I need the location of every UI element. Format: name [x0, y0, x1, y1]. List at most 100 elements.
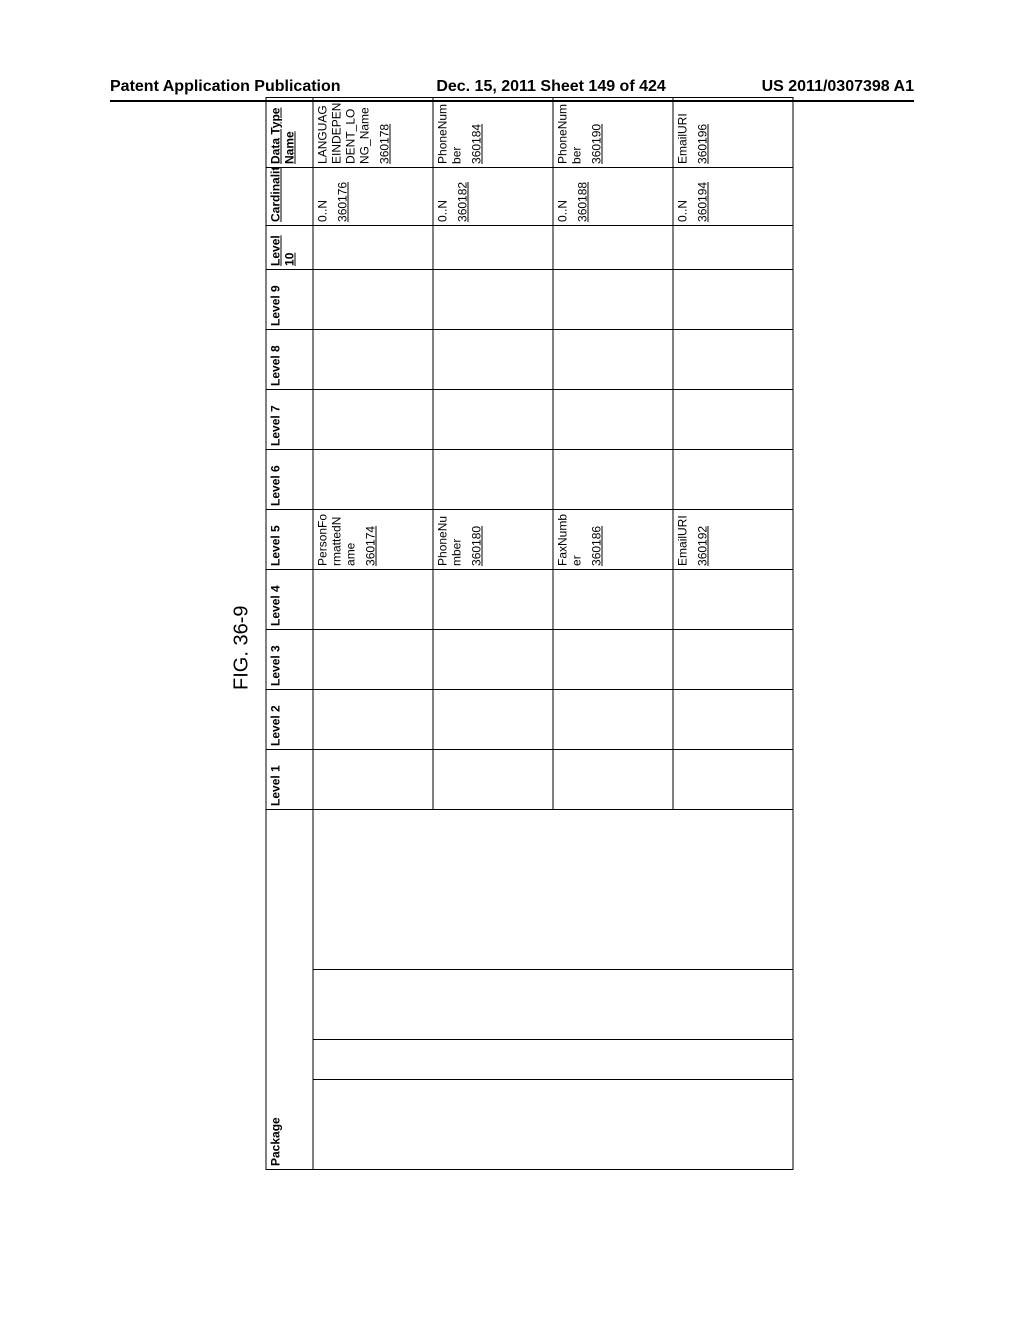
cell-level1: [313, 749, 433, 809]
data-table: Package Level 1 Level 2 Level 3 Level 4 …: [266, 97, 794, 1170]
cell-level6: [313, 449, 433, 509]
cardinality-id: 360194: [696, 171, 710, 222]
cell-level2: [433, 689, 553, 749]
data-type-id: 360184: [470, 101, 484, 164]
cell-cardinality: 0..N 360182: [433, 167, 553, 225]
cell-data-type: EmailURI 360196: [673, 97, 793, 167]
cardinality-id: 360176: [336, 171, 350, 222]
figure-label: FIG. 36-9: [231, 150, 254, 1170]
cell-level1: [673, 749, 793, 809]
page-header: Patent Application Publication Dec. 15, …: [110, 78, 914, 96]
cell-level4: [553, 569, 673, 629]
table-row: PersonFormattedName 360174 0..N: [313, 97, 433, 1169]
cell-package-d: [313, 809, 793, 969]
cell-level4: [673, 569, 793, 629]
cell-package-b: [313, 1040, 793, 1080]
cell-level9: [553, 269, 673, 329]
cell-level2: [553, 689, 673, 749]
col-cardinality: Cardinality: [266, 167, 313, 225]
table-header-row: Package Level 1 Level 2 Level 3 Level 4 …: [266, 97, 313, 1169]
cell-level2: [313, 689, 433, 749]
level5-id: 360192: [696, 513, 710, 566]
cell-level5: PhoneNumber 360180: [433, 509, 553, 569]
level5-text: PhoneNumber: [436, 516, 464, 566]
cardinality-text: 0..N: [676, 200, 690, 222]
level5-id: 360174: [364, 513, 378, 566]
cell-level8: [553, 329, 673, 389]
col-package: Package: [266, 809, 313, 1169]
data-type-id: 360196: [696, 101, 710, 164]
cell-level5: PersonFormattedName 360174: [313, 509, 433, 569]
cell-level9: [433, 269, 553, 329]
header-left: Patent Application Publication: [110, 78, 341, 96]
cell-level3: [313, 629, 433, 689]
cell-level7: [673, 389, 793, 449]
cell-level9: [313, 269, 433, 329]
data-type-id: 360190: [590, 101, 604, 164]
page: Patent Application Publication Dec. 15, …: [0, 0, 1024, 1320]
cell-level6: [433, 449, 553, 509]
cell-cardinality: 0..N 360188: [553, 167, 673, 225]
header-right: US 2011/0307398 A1: [762, 78, 914, 96]
level5-text: PersonFormattedName: [316, 514, 358, 566]
level5-id: 360180: [470, 513, 484, 566]
data-type-text: PhoneNumber: [436, 104, 464, 164]
col-level1: Level 1: [266, 749, 313, 809]
cell-level10: [313, 225, 433, 269]
data-type-id: 360178: [378, 101, 392, 164]
cell-level9: [673, 269, 793, 329]
cell-level6: [553, 449, 673, 509]
cardinality-id: 360182: [456, 171, 470, 222]
data-type-text: PhoneNumber: [556, 104, 584, 164]
col-level9: Level 9: [266, 269, 313, 329]
col-level4: Level 4: [266, 569, 313, 629]
cell-level8: [433, 329, 553, 389]
cell-data-type: LANGUAGEINDEPENDENT_LONG_Name 360178: [313, 97, 433, 167]
cell-package-c: [313, 970, 793, 1040]
cell-level10: [553, 225, 673, 269]
cell-level10: [673, 225, 793, 269]
cell-data-type: PhoneNumber 360190: [553, 97, 673, 167]
cell-level7: [313, 389, 433, 449]
cell-level7: [553, 389, 673, 449]
col-level6: Level 6: [266, 449, 313, 509]
data-type-text: LANGUAGEINDEPENDENT_LONG_Name: [316, 103, 372, 164]
cell-level3: [673, 629, 793, 689]
cell-level1: [433, 749, 553, 809]
cardinality-text: 0..N: [436, 200, 450, 222]
level5-text: EmailURI: [676, 515, 690, 566]
cell-level5: EmailURI 360192: [673, 509, 793, 569]
cell-package-a: [313, 1080, 793, 1170]
figure-rotated: FIG. 36-9 Package Level 1 Level 2 Level …: [231, 150, 794, 1170]
cell-level6: [673, 449, 793, 509]
cell-level3: [433, 629, 553, 689]
col-level5: Level 5: [266, 509, 313, 569]
cell-level4: [313, 569, 433, 629]
cell-level7: [433, 389, 553, 449]
col-level3: Level 3: [266, 629, 313, 689]
cell-cardinality: 0..N 360176: [313, 167, 433, 225]
cardinality-text: 0..N: [556, 200, 570, 222]
col-data-type-name: Data Type Name: [266, 97, 313, 167]
cell-data-type: PhoneNumber 360184: [433, 97, 553, 167]
cell-level8: [673, 329, 793, 389]
figure-area: FIG. 36-9 Package Level 1 Level 2 Level …: [2, 379, 1022, 942]
col-level10: Level 10: [266, 225, 313, 269]
level5-text: FaxNumber: [556, 514, 584, 566]
data-type-text: EmailURI: [676, 113, 690, 164]
cell-level3: [553, 629, 673, 689]
cell-level2: [673, 689, 793, 749]
cardinality-id: 360188: [576, 171, 590, 222]
col-level7: Level 7: [266, 389, 313, 449]
cell-cardinality: 0..N 360194: [673, 167, 793, 225]
cell-level5: FaxNumber 360186: [553, 509, 673, 569]
cell-level8: [313, 329, 433, 389]
col-level8: Level 8: [266, 329, 313, 389]
cardinality-text: 0..N: [316, 200, 330, 222]
col-level2: Level 2: [266, 689, 313, 749]
cell-level10: [433, 225, 553, 269]
cell-level4: [433, 569, 553, 629]
cell-level1: [553, 749, 673, 809]
level5-id: 360186: [590, 513, 604, 566]
header-mid: Dec. 15, 2011 Sheet 149 of 424: [436, 78, 665, 96]
